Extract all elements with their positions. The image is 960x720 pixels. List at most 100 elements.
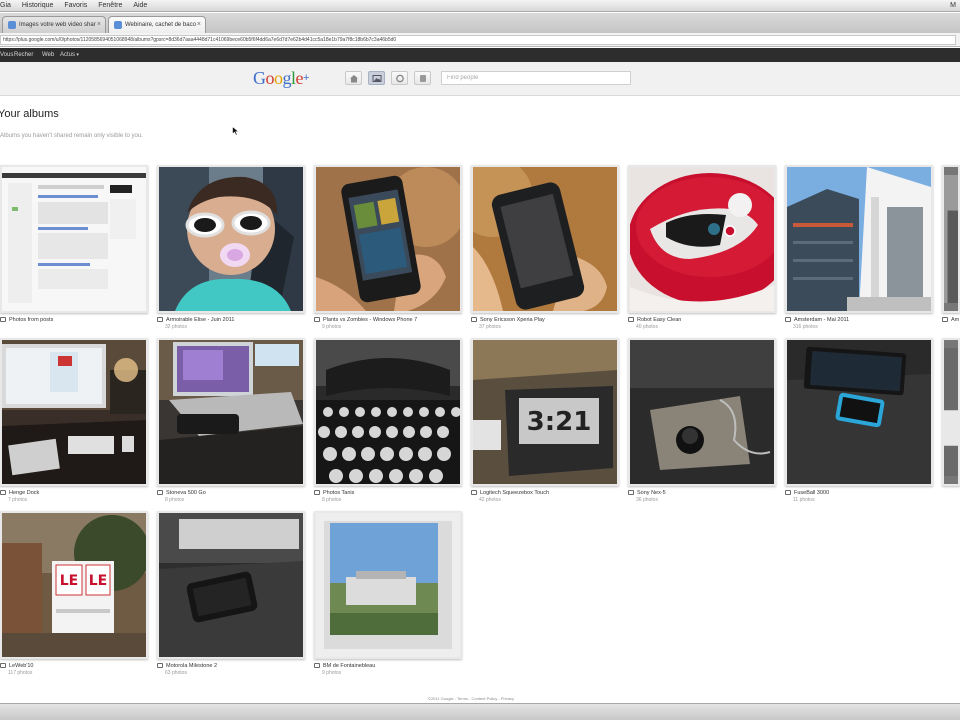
- browser-status-bar: [0, 703, 960, 720]
- album-thumbnail[interactable]: LE LE: [0, 511, 148, 659]
- gbar-item-web[interactable]: Web: [42, 48, 54, 62]
- album-title[interactable]: Motorola Milestone 2: [157, 663, 217, 669]
- album-title-text: Am: [951, 317, 960, 323]
- album-thumbnail[interactable]: [628, 165, 776, 313]
- album-count: 36 photos: [636, 497, 658, 503]
- album-card[interactable]: Sony Ericsson Xperia Play 37 photos: [471, 165, 619, 345]
- album-title[interactable]: Armoirable Elise - Juin 2011: [157, 317, 234, 323]
- gplus-header: Google+: [0, 62, 960, 96]
- album-icon: [314, 317, 320, 322]
- album-photo: [316, 340, 460, 484]
- album-card[interactable]: Sony Nex-5 36 photos: [628, 338, 776, 518]
- album-card[interactable]: Photos Tanis 8 photos: [314, 338, 462, 518]
- album-photo: [473, 167, 617, 311]
- tab-label: Images votre web video shar: [19, 22, 96, 28]
- close-icon[interactable]: ×: [197, 17, 201, 33]
- circles-icon: [396, 74, 404, 83]
- album-card[interactable]: LE LE LeWeb'10 117 photos: [0, 511, 148, 691]
- album-title[interactable]: Amsterdam - Mai 2011: [785, 317, 849, 323]
- album-icon: [314, 663, 320, 668]
- os-menu-item[interactable]: Historique: [22, 0, 54, 12]
- album-title[interactable]: LeWeb'10: [0, 663, 34, 669]
- album-card[interactable]: Motorola Milestone 2 63 photos: [157, 511, 305, 691]
- album-card-partial[interactable]: [942, 338, 960, 518]
- album-thumbnail[interactable]: [785, 165, 933, 313]
- album-thumbnail[interactable]: [942, 165, 960, 313]
- album-thumbnail[interactable]: [314, 165, 462, 313]
- album-title[interactable]: Plants vs Zombies - Windows Phone 7: [314, 317, 417, 323]
- album-title[interactable]: Logitech Squeezebox Touch: [471, 490, 549, 496]
- album-title[interactable]: Sony Nex-5: [628, 490, 666, 496]
- album-thumbnail[interactable]: [314, 338, 462, 486]
- google-plus-logo[interactable]: Google+: [253, 68, 309, 88]
- album-title-text: FuseBall 3000: [794, 490, 830, 496]
- album-title-text: Motorola Milestone 2: [166, 663, 218, 669]
- album-thumbnail[interactable]: 3:21: [471, 338, 619, 486]
- album-thumbnail[interactable]: [157, 338, 305, 486]
- os-menu-bar: Gia Historique Favoris Fenêtre Aide M: [0, 0, 960, 12]
- album-thumbnail[interactable]: [471, 165, 619, 313]
- gbar-item-you[interactable]: Vous: [0, 48, 13, 62]
- browser-tab-active[interactable]: Webinaire, cachet de baco ×: [108, 16, 206, 33]
- album-icon: [471, 317, 477, 322]
- album-card[interactable]: Amsterdam - Mai 2011 316 photos: [785, 165, 933, 345]
- home-icon: [350, 75, 358, 83]
- album-title[interactable]: Stoneva 500 Go: [157, 490, 206, 496]
- nav-circles-button[interactable]: [391, 71, 408, 85]
- album-card[interactable]: Plants vs Zombies - Windows Phone 7 9 ph…: [314, 165, 462, 345]
- album-thumbnail[interactable]: [157, 511, 305, 659]
- album-photo: [2, 167, 146, 311]
- album-card[interactable]: Armoirable Elise - Juin 2011 32 photos: [157, 165, 305, 345]
- album-title[interactable]: Sony Ericsson Xperia Play: [471, 317, 545, 323]
- album-card[interactable]: BM de Fontainebleau 9 photos: [314, 511, 462, 691]
- album-photo: LE LE: [2, 513, 146, 657]
- album-title[interactable]: BM de Fontainebleau: [314, 663, 375, 669]
- os-menu-item[interactable]: Fenêtre: [98, 0, 122, 12]
- clock-display: 3:21: [527, 407, 592, 437]
- album-icon: [314, 490, 320, 495]
- album-thumbnail[interactable]: [0, 165, 148, 313]
- album-thumbnail[interactable]: [942, 338, 960, 486]
- find-people-input[interactable]: [441, 71, 631, 85]
- sign-text-right: LE: [89, 573, 107, 589]
- os-menu-item[interactable]: Gia: [0, 0, 11, 12]
- album-card[interactable]: Robot Easy Clean 40 photos: [628, 165, 776, 345]
- tab-label: Webinaire, cachet de baco: [125, 22, 196, 28]
- album-title[interactable]: Robot Easy Clean: [628, 317, 681, 323]
- nav-home-button[interactable]: [345, 71, 362, 85]
- nav-games-button[interactable]: [414, 71, 431, 85]
- album-title[interactable]: Am: [942, 317, 959, 323]
- album-icon: [157, 317, 163, 322]
- album-count: 32 photos: [165, 324, 187, 330]
- os-menu-item[interactable]: Favoris: [64, 0, 87, 12]
- album-card-partial[interactable]: Am: [942, 165, 960, 345]
- album-card[interactable]: Stoneva 500 Go 8 photos: [157, 338, 305, 518]
- album-icon: [0, 317, 6, 322]
- gbar-item-more[interactable]: Actus: [60, 48, 79, 62]
- logo-word: Google: [253, 68, 304, 88]
- browser-tab[interactable]: Images votre web video shar ×: [2, 16, 106, 33]
- favicon-icon: [8, 21, 16, 29]
- url-field[interactable]: https://plus.google.com/u/0/photos/11205…: [0, 35, 956, 45]
- album-icon: [157, 663, 163, 668]
- album-title[interactable]: Henge Dock: [0, 490, 39, 496]
- os-menu-right[interactable]: M: [950, 0, 956, 12]
- gbar-item-search[interactable]: Recher: [14, 48, 33, 62]
- album-thumbnail[interactable]: [628, 338, 776, 486]
- close-icon[interactable]: ×: [97, 17, 101, 33]
- album-thumbnail[interactable]: [785, 338, 933, 486]
- album-card[interactable]: Henge Dock 7 photos: [0, 338, 148, 518]
- album-thumbnail[interactable]: [314, 511, 462, 659]
- album-title[interactable]: Photos Tanis: [314, 490, 354, 496]
- os-menu-item[interactable]: Aide: [133, 0, 147, 12]
- logo-plus: +: [303, 72, 309, 84]
- album-thumbnail[interactable]: [157, 165, 305, 313]
- album-thumbnail[interactable]: [0, 338, 148, 486]
- album-title[interactable]: Photos from posts: [0, 317, 53, 323]
- album-card[interactable]: FuseBall 3000 11 photos: [785, 338, 933, 518]
- album-photo: [944, 348, 958, 476]
- album-card[interactable]: 3:21 Logitech Squeezebox Touch 42 photos: [471, 338, 619, 518]
- album-title[interactable]: FuseBall 3000: [785, 490, 829, 496]
- nav-photos-button[interactable]: [368, 71, 385, 85]
- album-card[interactable]: Photos from posts: [0, 165, 148, 345]
